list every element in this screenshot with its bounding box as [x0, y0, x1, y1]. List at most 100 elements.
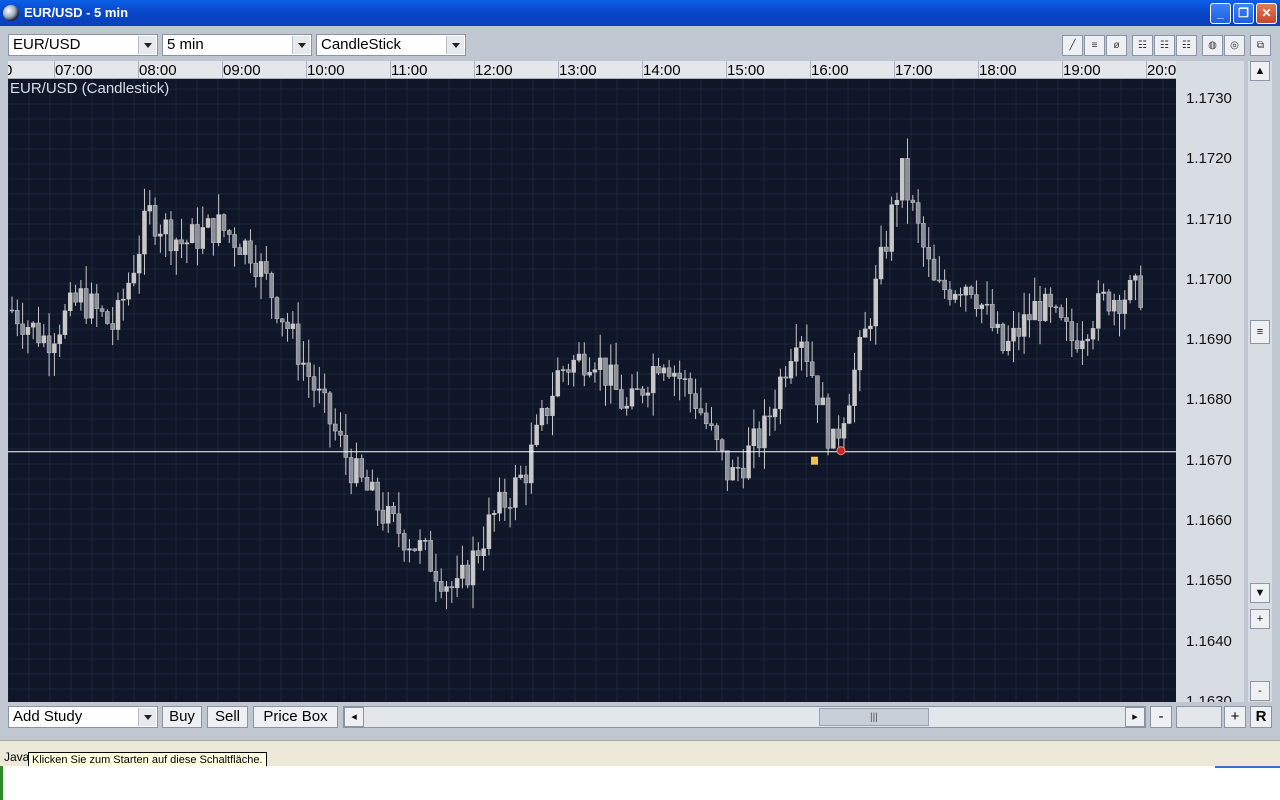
- zoom-in-button[interactable]: +: [1224, 706, 1246, 728]
- grid-lines-tool-icon[interactable]: ☷: [1132, 35, 1153, 56]
- eraser-tool-icon[interactable]: ø: [1106, 35, 1127, 56]
- candle-body: [709, 423, 714, 426]
- candle-body: [926, 246, 931, 260]
- candle-body: [884, 246, 889, 252]
- candle-body: [857, 337, 863, 371]
- time-axis: 0 07:00 08:00 09:00 10:00 11:00 12:00 13:00 14:0…: [8, 61, 1176, 79]
- candle-body: [534, 424, 539, 446]
- candle-body: [1090, 328, 1096, 340]
- candle-body: [497, 491, 502, 514]
- candle-body: [762, 415, 767, 449]
- vertical-scrollbar[interactable]: ▲ ≡ ▼ + -: [1248, 61, 1272, 702]
- time-axis-label: 19:00: [1063, 62, 1101, 79]
- draw-line-tool-icon[interactable]: ╱: [1062, 35, 1083, 56]
- candle-body: [529, 444, 534, 484]
- zoom-out-button[interactable]: -: [1150, 706, 1172, 728]
- price-axis-label: 1.1640: [1186, 632, 1232, 650]
- reset-button[interactable]: R: [1250, 706, 1272, 728]
- candle-body: [1133, 275, 1138, 281]
- candle-body: [444, 586, 449, 592]
- chevron-down-icon[interactable]: [138, 708, 156, 726]
- candle-body: [592, 369, 598, 373]
- candle-body: [635, 388, 640, 390]
- candle-body: [783, 376, 788, 379]
- candle-body: [401, 533, 407, 551]
- candle-body: [650, 366, 656, 394]
- chevron-down-icon[interactable]: [446, 36, 464, 54]
- candle-body: [852, 369, 857, 406]
- candle-body: [942, 279, 947, 291]
- candle-body: [221, 214, 227, 231]
- close-button[interactable]: ✕: [1256, 3, 1277, 24]
- candle-body: [544, 407, 550, 416]
- candle-body: [136, 253, 142, 274]
- candle-body: [862, 328, 868, 338]
- candle-body: [1064, 317, 1069, 322]
- candle-body: [110, 323, 115, 330]
- grid-dots-tool-icon[interactable]: ☷: [1154, 35, 1175, 56]
- detach-window-icon[interactable]: ⧉: [1250, 35, 1271, 56]
- candle-body: [78, 288, 84, 303]
- candle-body: [899, 158, 905, 201]
- zoom-slider[interactable]: [1176, 706, 1222, 728]
- scroll-down-icon[interactable]: ▼: [1250, 583, 1270, 603]
- candle-body: [338, 430, 343, 436]
- maximize-button[interactable]: ❐: [1233, 3, 1254, 24]
- candle-body: [470, 550, 476, 586]
- price-box-button[interactable]: Price Box: [253, 706, 338, 728]
- palette-icon[interactable]: ◍: [1202, 35, 1223, 56]
- price-axis-label: 1.1720: [1186, 150, 1232, 168]
- horizontal-scroll-thumb[interactable]: |||: [819, 708, 929, 726]
- candle-body: [778, 376, 783, 410]
- candle-body: [253, 262, 259, 277]
- candle-body: [295, 323, 301, 365]
- candle-body: [30, 322, 36, 328]
- candle-body: [825, 397, 831, 449]
- candle-body: [174, 239, 179, 252]
- candle-body: [1032, 301, 1037, 321]
- candle-body: [343, 434, 349, 458]
- chevron-down-icon[interactable]: [138, 36, 156, 54]
- candle-body: [232, 234, 237, 248]
- candle-body: [656, 366, 661, 374]
- grid-fine-tool-icon[interactable]: ☷: [1176, 35, 1197, 56]
- scroll-up-icon[interactable]: ▲: [1250, 61, 1270, 81]
- zoom-out-vertical-button[interactable]: -: [1250, 681, 1270, 701]
- scroll-left-icon[interactable]: ◂: [344, 707, 364, 727]
- order-marker: [836, 446, 846, 456]
- candle-body: [820, 397, 826, 406]
- add-study-label: Add Study: [13, 708, 83, 725]
- candle-body: [417, 540, 423, 551]
- scroll-right-icon[interactable]: ▸: [1125, 707, 1145, 727]
- buy-button[interactable]: Buy: [162, 706, 202, 728]
- symbol-select[interactable]: EUR/USD: [8, 34, 158, 56]
- minimize-button[interactable]: _: [1210, 3, 1231, 24]
- chart-canvas[interactable]: [8, 79, 1176, 702]
- chart-type-select[interactable]: CandleStick: [316, 34, 466, 56]
- vertical-scroll-thumb[interactable]: ≡: [1250, 320, 1270, 344]
- candle-body: [412, 548, 417, 551]
- interval-select[interactable]: 5 min: [162, 34, 312, 56]
- horizontal-line-tool-icon[interactable]: ≡: [1084, 35, 1105, 56]
- candle-body: [995, 323, 1000, 328]
- candle-body: [327, 392, 333, 425]
- candle-body: [264, 261, 269, 274]
- candle-body: [184, 242, 190, 245]
- add-study-select[interactable]: Add Study: [8, 706, 158, 728]
- candle-body: [507, 507, 513, 509]
- candle-body: [1096, 293, 1101, 329]
- candle-body: [719, 439, 725, 452]
- candle-body: [152, 205, 158, 237]
- candle-body: [894, 199, 900, 205]
- candle-body: [566, 369, 571, 373]
- candle-body: [1117, 300, 1122, 314]
- candle-body: [396, 513, 402, 534]
- horizontal-scrollbar[interactable]: ◂ ||| ▸: [343, 706, 1146, 728]
- zoom-in-vertical-button[interactable]: +: [1250, 609, 1270, 629]
- candle-body: [200, 227, 206, 249]
- settings-icon[interactable]: ◎: [1224, 35, 1245, 56]
- chevron-down-icon[interactable]: [292, 36, 310, 54]
- candle-body: [698, 408, 704, 414]
- candlestick-chart[interactable]: EUR/USD (Candlestick): [8, 79, 1176, 702]
- sell-button[interactable]: Sell: [207, 706, 248, 728]
